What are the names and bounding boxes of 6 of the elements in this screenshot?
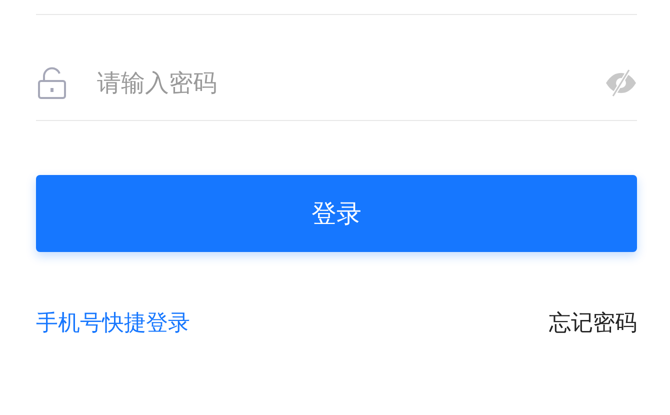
password-field[interactable]: 请输入密码 [97, 65, 604, 101]
lock-icon [37, 67, 67, 99]
forgot-password-link[interactable]: 忘记密码 [549, 307, 637, 340]
quick-login-link[interactable]: 手机号快捷登录 [36, 307, 190, 340]
login-button[interactable]: 登录 [36, 175, 637, 252]
eye-slash-icon[interactable] [604, 68, 638, 98]
